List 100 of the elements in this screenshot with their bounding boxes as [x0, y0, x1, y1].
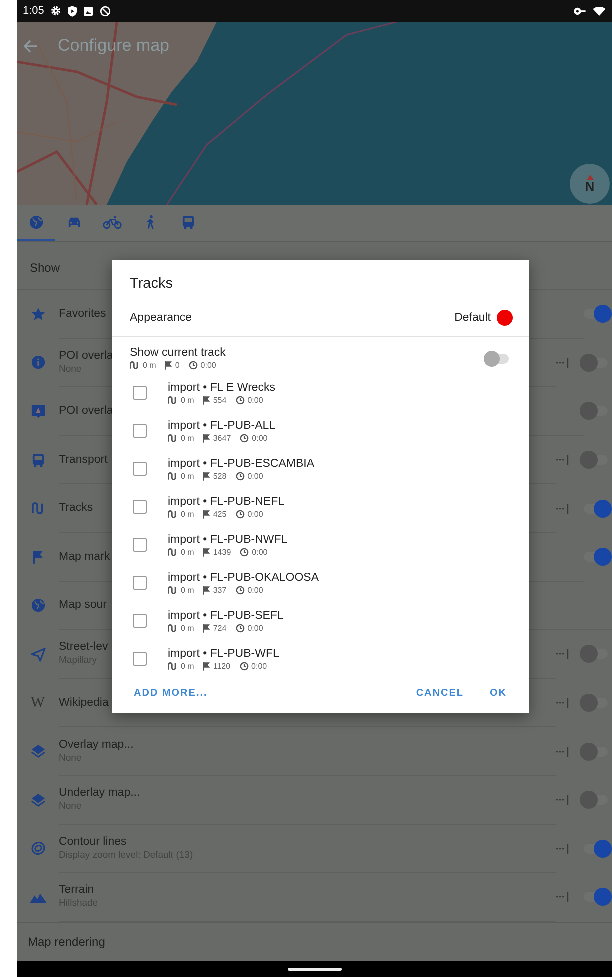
contour-icon	[30, 841, 46, 856]
options-divider-icon[interactable]	[556, 746, 570, 758]
layer-title: Underlay map...	[59, 787, 140, 800]
layer-title: Wikipedia	[59, 696, 109, 709]
options-divider-icon[interactable]	[556, 454, 570, 466]
flag-icon	[32, 550, 44, 565]
checkbox[interactable]	[133, 652, 147, 666]
clock-icon	[236, 586, 245, 594]
track-distance: 0 m	[143, 361, 156, 370]
track-time: 0:00	[252, 434, 268, 442]
gear-icon	[51, 6, 62, 16]
checkbox[interactable]	[133, 386, 147, 400]
cancel-button[interactable]: CANCEL	[406, 682, 474, 705]
track-name: import • FL-PUB-NWFL	[168, 534, 289, 546]
wikipedia-icon: W	[30, 694, 46, 712]
route-icon	[168, 548, 178, 556]
route-icon	[168, 434, 178, 442]
track-name: import • FL E Wrecks	[168, 382, 277, 394]
route-icon	[130, 361, 140, 370]
status-time: 1:05	[23, 5, 44, 17]
track-time: 0:00	[248, 510, 264, 518]
info-icon	[30, 355, 46, 370]
options-divider-icon[interactable]	[556, 842, 570, 855]
globe-icon	[30, 598, 46, 614]
appearance-label: Appearance	[130, 312, 192, 324]
route-icon	[168, 510, 178, 518]
track-name: import • FL-PUB-WFL	[168, 648, 280, 660]
layer-title: Contour lines	[59, 836, 127, 848]
layers-icon	[30, 792, 46, 808]
appearance-value[interactable]: Default	[454, 312, 491, 324]
walking-person-icon	[144, 214, 156, 230]
ok-button[interactable]: OK	[480, 682, 517, 705]
track-distance: 0 m	[181, 586, 194, 594]
add-more-button[interactable]: ADD MORE...	[124, 682, 218, 705]
globe-icon	[28, 214, 44, 230]
clock-icon	[240, 662, 249, 670]
layer-title: Terrain	[59, 884, 94, 896]
clock-icon	[236, 472, 245, 480]
bus-icon	[182, 214, 194, 230]
track-time: 0:00	[252, 548, 268, 556]
options-divider-icon[interactable]	[556, 891, 570, 904]
checkbox[interactable]	[133, 462, 147, 476]
wifi-icon	[593, 6, 606, 16]
track-time: 0:00	[248, 624, 264, 632]
options-divider-icon[interactable]	[556, 356, 570, 369]
flag-icon	[165, 361, 172, 370]
track-points: 1120	[213, 662, 231, 670]
flag-icon	[203, 510, 210, 518]
clock-icon	[236, 396, 245, 404]
flag-icon	[203, 472, 210, 480]
layer-title: POI overla	[59, 404, 114, 417]
track-name: import • FL-PUB-ESCAMBIA	[168, 458, 316, 470]
options-divider-icon[interactable]	[556, 648, 570, 660]
home-handle[interactable]	[288, 968, 342, 971]
checkbox[interactable]	[133, 424, 147, 438]
track-time: 0:00	[248, 396, 264, 404]
flag-icon	[203, 434, 210, 442]
back-arrow-icon[interactable]	[23, 38, 38, 54]
track-points: 554	[213, 396, 227, 404]
track-distance: 0 m	[181, 548, 194, 556]
checkbox[interactable]	[133, 576, 147, 590]
route-icon	[168, 624, 178, 632]
color-dot[interactable]	[497, 310, 513, 326]
track-time: 0:00	[200, 361, 216, 370]
track-points: 528	[213, 472, 227, 480]
flag-icon	[203, 586, 210, 594]
track-name: import • FL-PUB-SEFL	[168, 610, 285, 622]
clock-icon	[236, 624, 245, 632]
track-time: 0:00	[252, 662, 268, 670]
track-points: 425	[213, 510, 227, 518]
clock-icon	[240, 434, 250, 442]
layers-icon	[30, 744, 46, 760]
key-icon	[573, 6, 586, 16]
layer-title: Transport	[59, 454, 108, 466]
toggle-switch[interactable]	[487, 354, 509, 364]
options-divider-icon[interactable]	[556, 502, 570, 515]
track-name: import • FL-PUB-NEFL	[168, 496, 286, 508]
north-arrow-icon	[586, 175, 594, 180]
layer-title: Favorites	[59, 308, 106, 320]
checkbox[interactable]	[133, 500, 147, 514]
options-divider-icon[interactable]	[556, 697, 570, 710]
options-divider-icon[interactable]	[556, 794, 570, 806]
flag-icon	[203, 548, 210, 556]
street-level-icon	[30, 646, 46, 662]
bus-icon	[32, 452, 44, 468]
route-icon	[168, 396, 178, 404]
layer-title: Overlay map...	[59, 738, 134, 751]
track-points: 3647	[213, 434, 232, 442]
layer-title: Map sour	[59, 599, 107, 612]
flag-icon	[203, 396, 210, 404]
layer-title: Map mark	[59, 550, 110, 563]
route-icon	[168, 586, 178, 594]
flag-icon	[203, 624, 210, 632]
shield-icon	[68, 6, 78, 16]
checkbox[interactable]	[133, 614, 147, 628]
bicycle-icon	[102, 216, 122, 228]
track-points: 0	[175, 361, 180, 370]
image-icon	[84, 6, 94, 16]
checkbox[interactable]	[133, 538, 147, 552]
layer-title: Tracks	[59, 502, 94, 514]
